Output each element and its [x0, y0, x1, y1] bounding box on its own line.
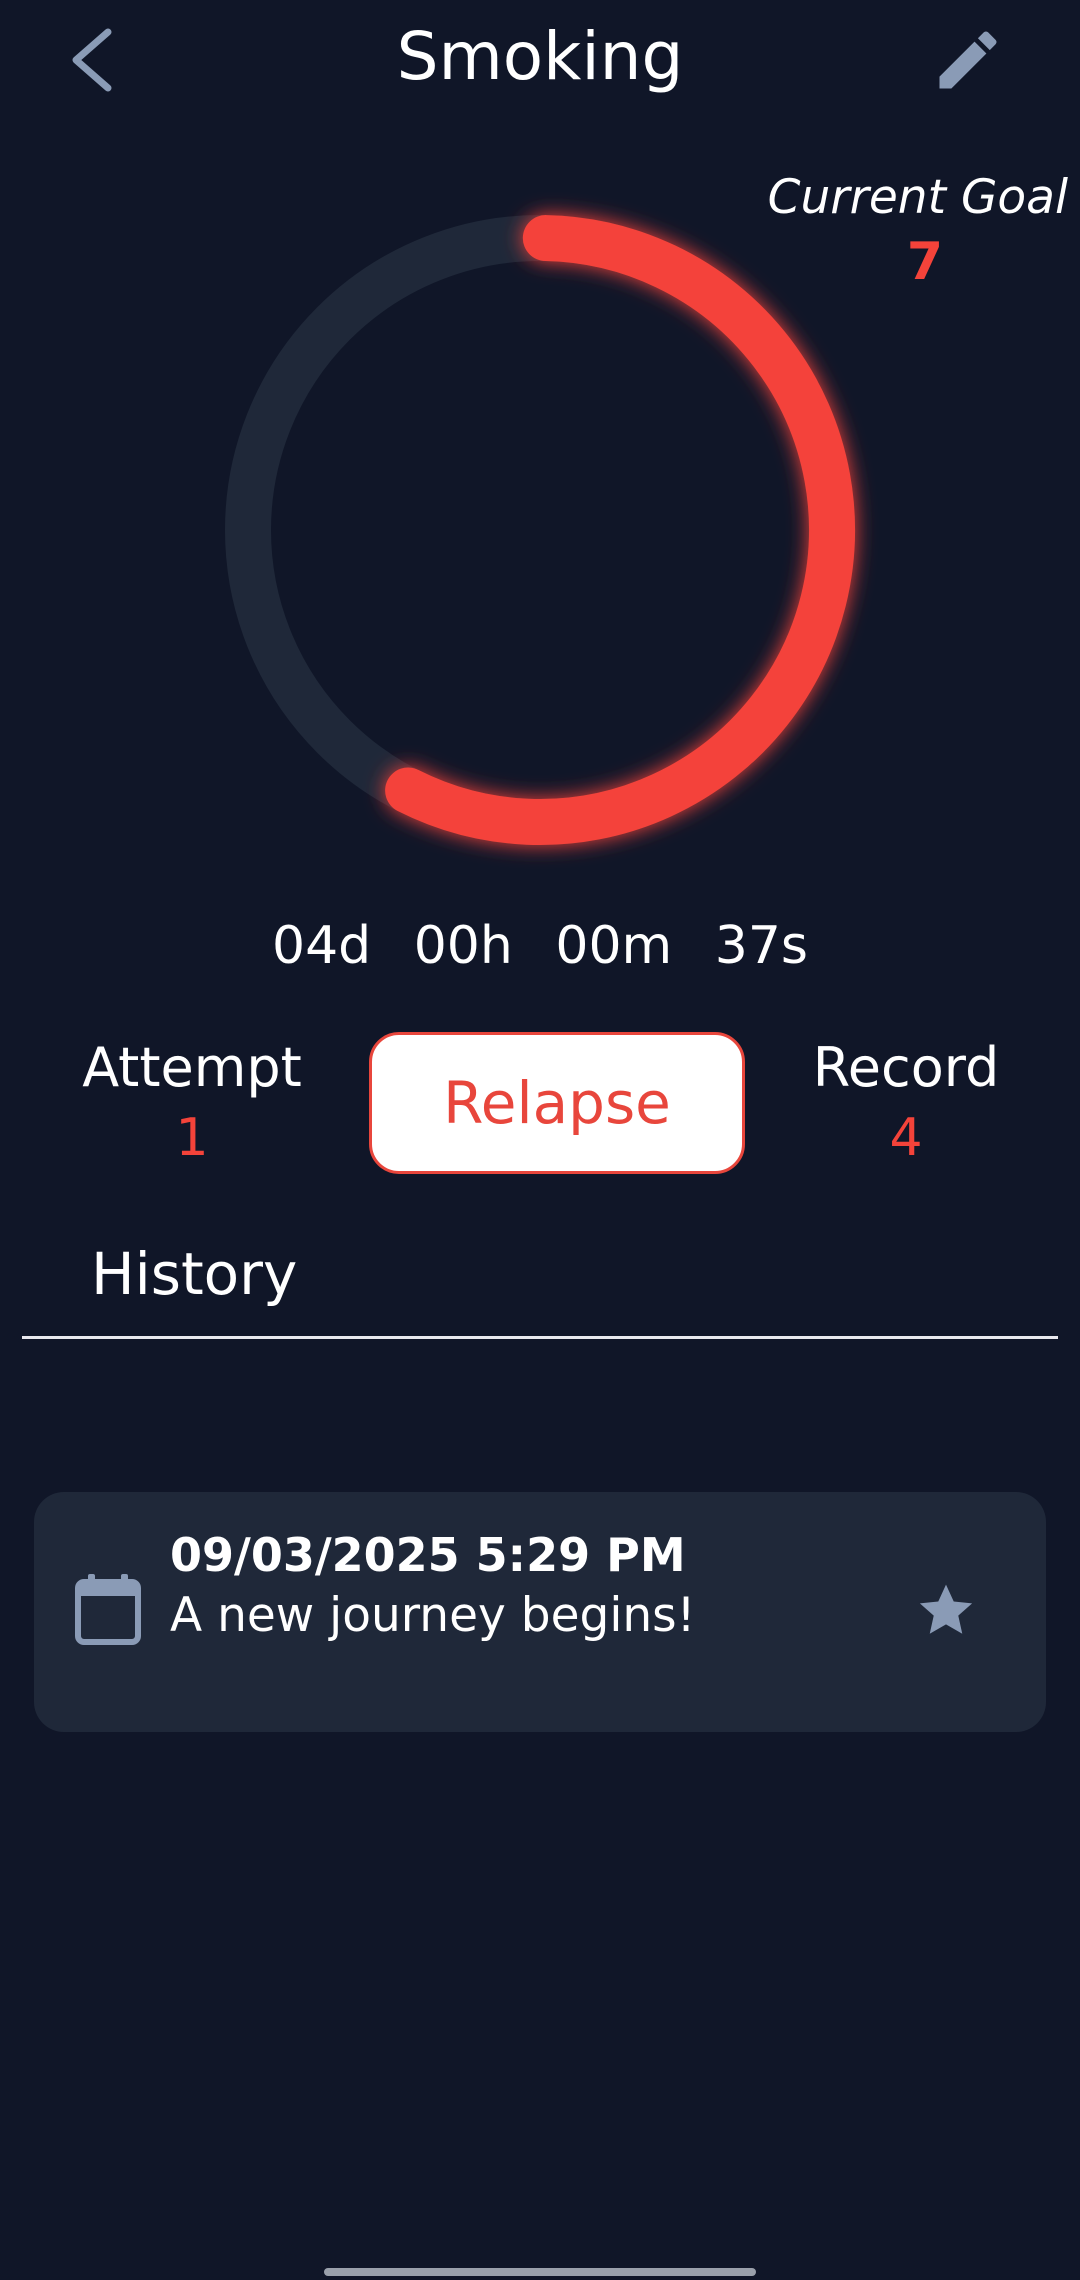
current-goal-label: Current Goal [767, 170, 1068, 225]
history-entry-text: A new journey begins! [170, 1588, 696, 1643]
history-entry[interactable]: 09/03/2025 5:29 PM A new journey begins! [34, 1492, 1046, 1732]
record-value: 4 [889, 1108, 923, 1168]
star-icon[interactable] [914, 1578, 978, 1642]
progress-ring [225, 215, 855, 845]
elapsed-timer: 04d 00h 00m 37s [0, 916, 1080, 976]
calendar-icon [75, 1574, 141, 1645]
relapse-button[interactable]: Relapse [369, 1032, 745, 1174]
attempt-label: Attempt [82, 1036, 302, 1099]
attempt-value: 1 [175, 1108, 209, 1168]
history-entry-date: 09/03/2025 5:29 PM [170, 1528, 686, 1582]
record-label: Record [812, 1036, 1000, 1099]
history-divider [22, 1336, 1058, 1339]
progress-arc [385, 215, 855, 845]
timer-minutes: 00m [555, 916, 673, 976]
timer-seconds: 37s [714, 916, 808, 976]
current-goal-value: 7 [906, 232, 944, 292]
timer-hours: 00h [413, 916, 513, 976]
history-heading: History [91, 1240, 298, 1308]
habit-detail-screen: Smoking Current Goal 7 04d 00h 00m 37s A… [0, 0, 1080, 2280]
timer-days: 04d [272, 916, 372, 976]
home-indicator[interactable] [324, 2268, 756, 2276]
